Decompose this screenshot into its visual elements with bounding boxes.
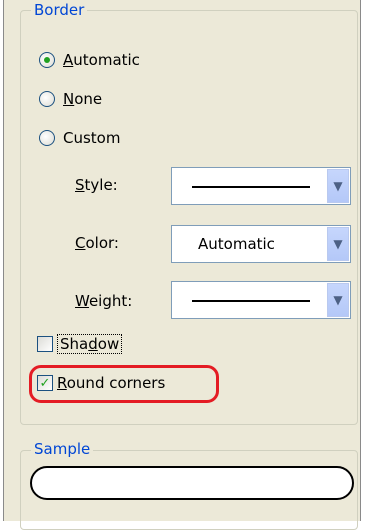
border-group (20, 10, 358, 425)
color-label: Color: (75, 234, 119, 252)
weight-label: Weight: (75, 292, 133, 310)
radio-automatic[interactable]: Automatic (39, 51, 140, 69)
shadow-checkbox[interactable] (37, 336, 53, 352)
style-line-preview (192, 186, 310, 188)
weight-dropdown-arrow-icon[interactable]: ▼ (327, 283, 349, 317)
style-dropdown-arrow-icon[interactable]: ▼ (327, 169, 349, 203)
radio-none-indicator[interactable] (39, 91, 55, 107)
shadow-label: Shadow (57, 334, 123, 354)
style-label: Style: (75, 176, 118, 194)
sample-preview-shape (30, 466, 354, 500)
radio-none[interactable]: None (39, 90, 102, 108)
border-options-panel: Border Automatic None Custom Style: ▼ Co… (3, 0, 361, 530)
weight-dropdown[interactable]: ▼ (171, 281, 351, 319)
sample-group-title: Sample (31, 440, 94, 458)
border-group-title: Border (31, 1, 88, 19)
radio-none-label: None (63, 90, 103, 108)
radio-custom-indicator[interactable] (39, 130, 55, 146)
color-dropdown-value: Automatic (198, 235, 275, 253)
radio-custom-label: Custom (63, 129, 121, 147)
style-dropdown[interactable]: ▼ (171, 167, 351, 205)
shadow-checkbox-row[interactable]: Shadow (37, 334, 123, 354)
color-dropdown[interactable]: Automatic ▼ (171, 225, 351, 263)
radio-automatic-label: Automatic (63, 51, 140, 69)
radio-automatic-indicator[interactable] (39, 52, 55, 68)
radio-custom[interactable]: Custom (39, 129, 120, 147)
color-dropdown-arrow-icon[interactable]: ▼ (327, 227, 349, 261)
weight-line-preview (192, 300, 310, 302)
red-highlight-annotation (29, 365, 219, 403)
